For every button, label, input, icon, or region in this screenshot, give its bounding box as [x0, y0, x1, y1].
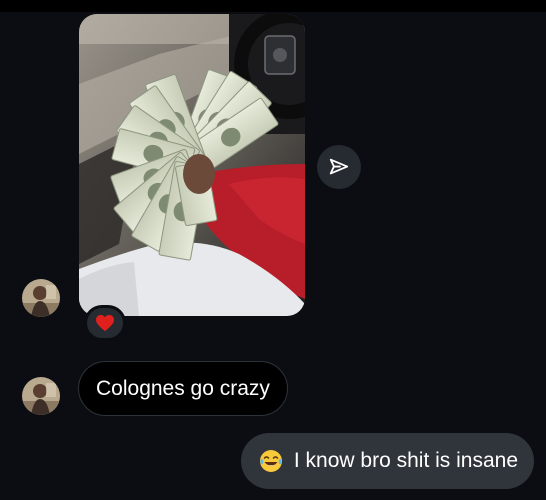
sender-avatar[interactable] — [22, 279, 60, 317]
laughing-tears-emoji-icon — [258, 448, 284, 474]
heart-reaction-badge[interactable] — [84, 305, 126, 341]
photo-message[interactable] — [79, 14, 305, 316]
heart-icon — [96, 314, 114, 332]
received-message-bubble[interactable]: Colognes go crazy — [78, 361, 288, 416]
paper-plane-icon — [329, 158, 349, 175]
sender-avatar[interactable] — [22, 377, 60, 415]
sent-message-bubble[interactable]: I know bro shit is insane — [240, 433, 534, 489]
message-text: Colognes go crazy — [96, 376, 270, 400]
photo-image — [79, 14, 305, 316]
status-bar-strip — [0, 0, 546, 12]
message-text: I know bro shit is insane — [293, 449, 518, 472]
share-button[interactable] — [317, 145, 361, 189]
avatar-image — [22, 279, 60, 317]
avatar-image — [22, 377, 60, 415]
